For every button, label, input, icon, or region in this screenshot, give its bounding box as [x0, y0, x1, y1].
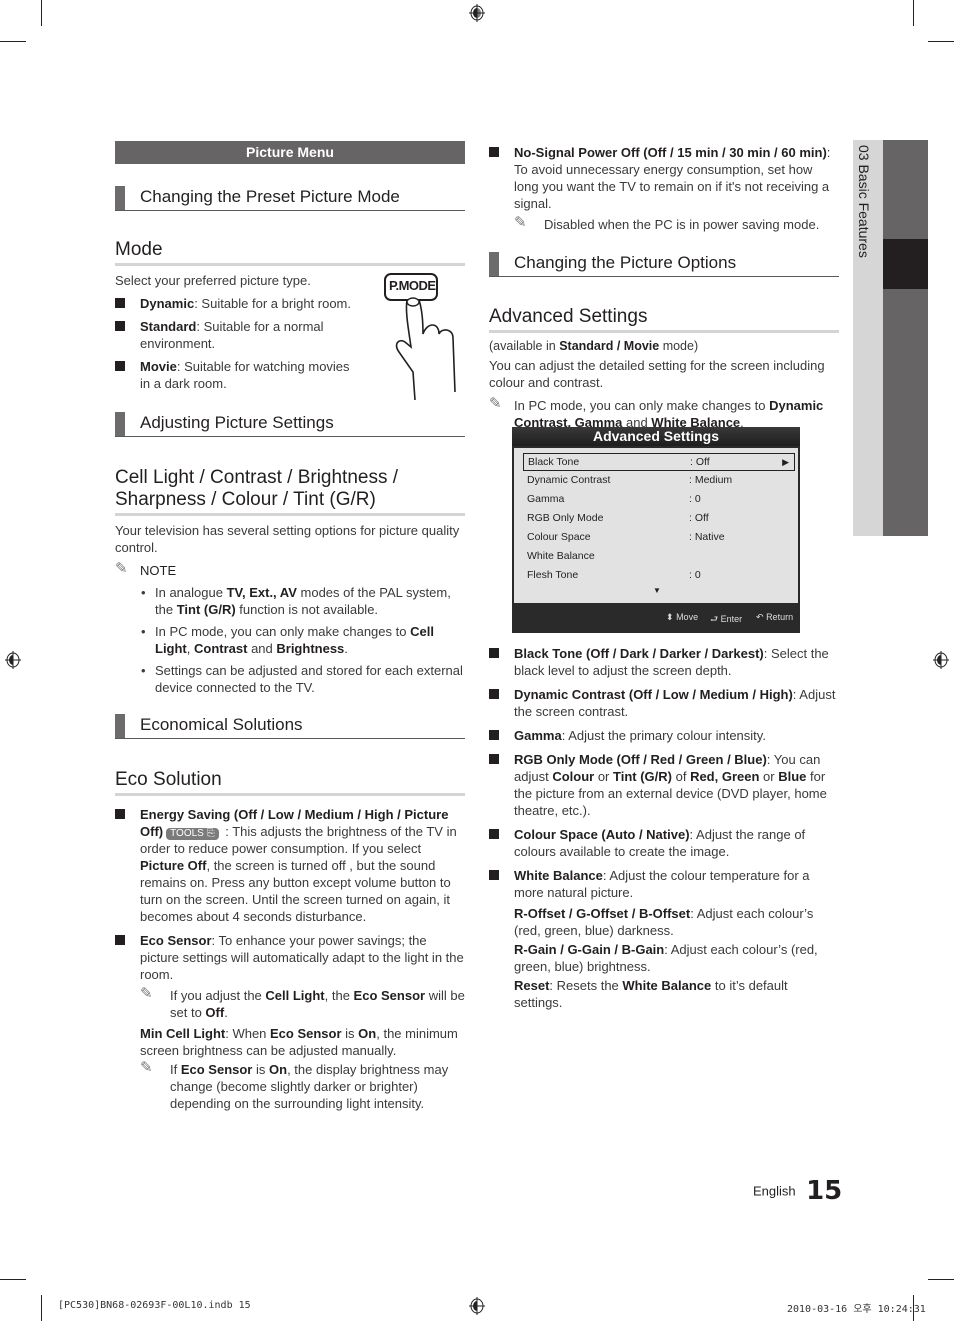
osd-row-gamma[interactable]: Gamma: 0	[523, 491, 793, 508]
print-file-slug: [PC530]BN68-02693F-00L10.indb 15	[58, 1300, 251, 1311]
pencil-note-icon: ✎	[489, 395, 502, 412]
section-bar-picture-menu: Picture Menu	[115, 141, 465, 164]
osd-row-flesh-tone[interactable]: Flesh Tone: 0	[523, 567, 793, 584]
language-label: English	[753, 1183, 796, 1199]
left-column: Picture Menu Changing the Preset Picture…	[115, 141, 465, 1112]
osd-row-dynamic-contrast[interactable]: Dynamic Contrast: Medium	[523, 472, 793, 489]
list-item: Dynamic: Suitable for a bright room.	[115, 295, 355, 312]
reset-text: Reset: Resets the White Balance to it’s …	[514, 978, 788, 1010]
tools-button-badge: TOOLS ⎘	[166, 828, 219, 840]
registration-mark-icon	[469, 1297, 485, 1315]
crop-mark	[928, 41, 954, 42]
arrow-right-icon: ▶	[782, 457, 789, 467]
subheading-text: Changing the Preset Picture Mode	[140, 187, 400, 206]
note-heading: ✎ NOTE	[115, 560, 177, 578]
note-item: • In analogue TV, Ext., AV modes of the P…	[141, 585, 451, 617]
up-down-arrow-icon: ⬍	[666, 612, 674, 622]
advanced-settings-list: Black Tone (Off / Dark / Darker / Darkes…	[489, 645, 839, 1011]
list-item: Standard: Suitable for a normal environm…	[115, 318, 355, 352]
subheading-preset-picture-mode: Changing the Preset Picture Mode	[115, 186, 465, 211]
note-item: ✎ If Eco Sensor is On, the display bright…	[140, 1059, 449, 1111]
subheading-marker	[115, 412, 125, 436]
availability-text: (available in Standard / Movie mode)	[489, 339, 699, 353]
page-number-value: 15	[806, 1176, 843, 1206]
list-item-colour-space: Colour Space (Auto / Native): Adjust the…	[489, 826, 839, 860]
chapter-tab-bar	[883, 140, 928, 536]
note-item: ✎ If you adjust the Cell Light, the Eco S…	[140, 985, 465, 1020]
heading-eco-solution: Eco Solution	[115, 769, 465, 796]
note-item: • Settings can be adjusted and stored for…	[141, 663, 463, 695]
chapter-tab-label: 03 Basic Features	[856, 145, 872, 258]
osd-row-rgb-only-mode[interactable]: RGB Only Mode: Off	[523, 510, 793, 527]
list-item-no-signal: No-Signal Power Off (Off / 15 min / 30 m…	[489, 144, 839, 212]
subheading-economical-solutions: Economical Solutions	[115, 714, 465, 739]
right-column: No-Signal Power Off (Off / 15 min / 30 m…	[489, 141, 839, 431]
pencil-note-icon: ✎	[140, 985, 153, 1002]
min-cell-light-text: Min Cell Light: When Eco Sensor is On, t…	[140, 1026, 458, 1058]
subheading-text: Changing the Picture Options	[514, 253, 737, 272]
chapter-tab-indicator	[883, 239, 928, 289]
heading-advanced-settings: Advanced Settings	[489, 306, 839, 333]
subheading-picture-options: Changing the Picture Options	[489, 252, 839, 277]
offset-text: R-Offset / G-Offset / B-Offset: Adjust e…	[514, 906, 814, 938]
osd-row-white-balance[interactable]: White Balance	[523, 548, 793, 565]
list-item-gamma: Gamma: Adjust the primary colour intensi…	[489, 727, 839, 744]
registration-mark-icon	[933, 651, 949, 669]
note-item: • In PC mode, you can only make changes t…	[141, 624, 434, 656]
scroll-down-icon[interactable]: ▼	[653, 586, 661, 595]
pmode-label: P.MODE	[389, 278, 436, 293]
pmode-button-illustration: P.MODE	[383, 272, 473, 402]
page-number: English 15	[753, 1176, 842, 1206]
crop-mark	[913, 0, 914, 26]
subheading-text: Adjusting Picture Settings	[140, 413, 334, 432]
return-icon: ↶	[756, 612, 764, 622]
return-hint: ↶ Return	[756, 612, 794, 622]
advanced-settings-osd: Advanced Settings Black Tone: Off ▶ Dynam…	[512, 427, 800, 633]
note-item: ✎ Disabled when the PC is in power saving…	[514, 214, 820, 232]
pencil-note-icon: ✎	[140, 1059, 153, 1076]
osd-row-colour-space[interactable]: Colour Space: Native	[523, 529, 793, 546]
list-item-eco-sensor: Eco Sensor: To enhance your power saving…	[115, 932, 465, 983]
list-item-black-tone: Black Tone (Off / Dark / Darker / Darkes…	[489, 645, 839, 679]
osd-menu-list: Black Tone: Off ▶ Dynamic Contrast: Mediu…	[514, 448, 798, 603]
crop-mark	[41, 1295, 42, 1321]
osd-title: Advanced Settings	[512, 427, 800, 446]
list-item-white-balance: White Balance: Adjust the colour tempera…	[489, 867, 839, 901]
registration-mark-icon	[5, 651, 21, 669]
registration-mark-icon	[469, 4, 485, 22]
list-item: Movie: Suitable for watching movies in a…	[115, 358, 355, 392]
advanced-intro: You can adjust the detailed setting for …	[489, 358, 825, 390]
cell-intro: Your television has several setting opti…	[115, 523, 460, 555]
list-item-dynamic-contrast: Dynamic Contrast (Off / Low / Medium / H…	[489, 686, 839, 720]
osd-row-black-tone[interactable]: Black Tone: Off ▶	[523, 453, 795, 471]
crop-mark	[0, 1279, 26, 1280]
subheading-marker	[115, 714, 125, 738]
list-item-energy-saving: Energy Saving (Off / Low / Medium / High…	[115, 806, 465, 925]
gain-text: R-Gain / G-Gain / B-Gain: Adjust each co…	[514, 942, 818, 974]
subheading-marker	[489, 252, 499, 276]
pencil-note-icon: ✎	[514, 214, 527, 231]
print-timestamp: 2010-03-16 오후 10:24:31	[787, 1304, 926, 1315]
osd-footer: ⬍ Move ⮐ Enter ↶ Return	[512, 605, 800, 631]
subheading-text: Economical Solutions	[140, 715, 303, 734]
move-hint: ⬍ Move	[666, 612, 699, 622]
heading-cell-light: Cell Light / Contrast / Brightness / Sha…	[115, 467, 465, 516]
pencil-note-icon: ✎	[115, 560, 128, 577]
subheading-marker	[115, 186, 125, 210]
heading-mode: Mode	[115, 239, 465, 266]
note-item: ✎ In PC mode, you can only make changes t…	[489, 395, 824, 430]
crop-mark	[41, 0, 42, 26]
enter-hint: ⮐ Enter	[710, 614, 743, 624]
crop-mark	[0, 41, 26, 42]
crop-mark	[928, 1279, 954, 1280]
list-item-rgb-only-mode: RGB Only Mode (Off / Red / Green / Blue)…	[489, 751, 839, 819]
subheading-adjusting-picture: Adjusting Picture Settings	[115, 412, 465, 437]
enter-icon: ⮐	[710, 614, 719, 624]
